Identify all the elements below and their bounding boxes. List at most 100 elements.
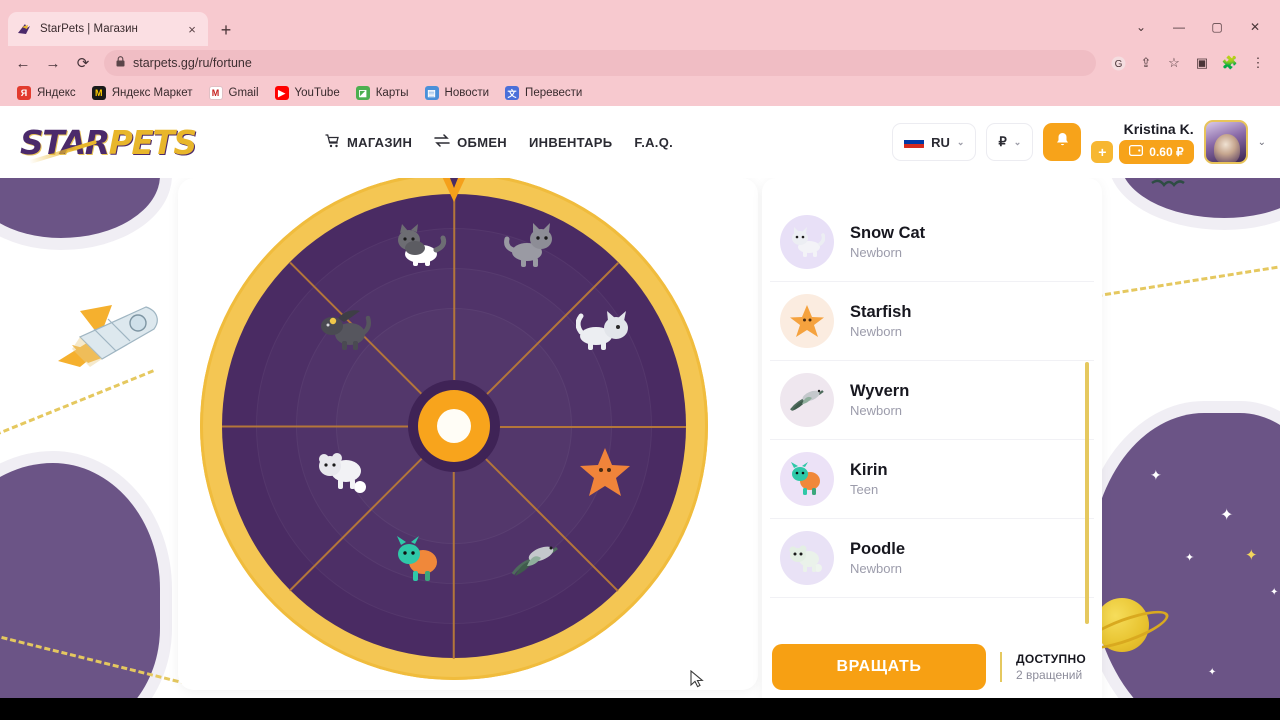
bookmark-translate[interactable]: 文 Перевести	[498, 83, 589, 103]
bookmark-youtube[interactable]: ▶ YouTube	[268, 83, 347, 103]
snow-cat-icon	[780, 215, 834, 269]
wheel-segment-starfish	[574, 444, 636, 500]
new-tab-button[interactable]: +	[214, 18, 238, 42]
add-funds-button[interactable]: +	[1091, 140, 1114, 163]
chevron-down-icon[interactable]: ⌄	[1122, 12, 1160, 42]
nav-label: ОБМЕН	[457, 134, 507, 150]
bookmark-gmail[interactable]: M Gmail	[202, 83, 266, 103]
url-text: starpets.gg/ru/fortune	[133, 56, 252, 70]
poodle-icon	[780, 531, 834, 585]
pet-info: Kirin Teen	[850, 461, 888, 497]
extension-icon[interactable]: 🧩	[1216, 49, 1244, 77]
side-panel-icon[interactable]: ▣	[1188, 49, 1216, 77]
notifications-button[interactable]	[1043, 123, 1082, 161]
site-header: STAR PETS МАГАЗИН ОБМЕН ИНВЕНТАРЬ F.A.Q.…	[0, 106, 1280, 178]
bird-icon	[1150, 178, 1186, 193]
prizes-panel: Snow Cat Newborn Starfish Newborn Wyvern…	[762, 178, 1102, 710]
panel-scrollbar[interactable]	[1085, 362, 1089, 624]
planet-icon	[1095, 598, 1149, 652]
bell-icon	[1055, 132, 1070, 152]
google-account-icon[interactable]: G	[1104, 49, 1132, 77]
bookmark-news[interactable]: ▤ Новости	[418, 83, 497, 103]
maximize-icon[interactable]: ▢	[1198, 12, 1236, 42]
close-tab-icon[interactable]: ×	[184, 22, 200, 37]
available-title: ДОСТУПНО	[1016, 652, 1087, 666]
kirin-icon	[780, 452, 834, 506]
dashed-orbit-path	[0, 369, 155, 440]
lock-icon	[116, 56, 125, 70]
decoration-blob-bottom-right: ✦ ✦ ✦ ✦ ✦ ✦ ✦	[1090, 413, 1280, 710]
nav-item-shop[interactable]: МАГАЗИН	[325, 133, 413, 151]
spin-button[interactable]: ВРАЩАТЬ	[772, 644, 986, 690]
main-navigation: МАГАЗИН ОБМЕН ИНВЕНТАРЬ F.A.Q.	[325, 106, 673, 178]
sparkle-icon: ✦	[1150, 467, 1162, 483]
wheel-hub-core	[437, 409, 471, 443]
bookmark-star-icon[interactable]: ☆	[1160, 49, 1188, 77]
pet-age: Teen	[850, 482, 879, 497]
wheel-inner-disc	[222, 194, 686, 659]
wheel-segment-poodle	[314, 444, 376, 500]
header-right-controls: RU ⌄ ₽ ⌄ Kristina K. + 0.60 ₽ ⌄	[892, 106, 1266, 178]
language-selector[interactable]: RU ⌄	[892, 123, 977, 161]
reload-button[interactable]: ⟳	[68, 48, 98, 78]
close-window-icon[interactable]: ✕	[1236, 12, 1274, 42]
address-bar[interactable]: starpets.gg/ru/fortune	[104, 50, 1096, 76]
nav-label: МАГАЗИН	[347, 134, 413, 150]
nav-label: F.A.Q.	[634, 134, 674, 150]
forward-button[interactable]: →	[38, 48, 68, 78]
pet-name: Wyvern	[850, 382, 910, 400]
wheel-pointer-icon	[434, 178, 474, 208]
mouse-cursor	[690, 669, 704, 688]
user-name: Kristina K.	[1123, 120, 1194, 137]
wyvern-icon	[780, 373, 834, 427]
bookmark-yandex[interactable]: Я Яндекс	[10, 83, 83, 103]
toolbar-icon-group: G ⇪ ☆ ▣ 🧩 ⋮	[1104, 49, 1272, 77]
pet-list-item[interactable]: Kirin Teen	[770, 440, 1094, 519]
chevron-down-icon: ⌄	[1013, 136, 1022, 147]
pet-name: Starfish	[850, 303, 912, 321]
tab-strip: StarPets | Магазин × +	[0, 12, 1280, 46]
pet-name: Poodle	[850, 540, 906, 558]
news-icon: ▤	[424, 86, 439, 100]
chevron-down-icon[interactable]: ⌄	[1258, 137, 1266, 148]
wallet-balance-button[interactable]: 0.60 ₽	[1119, 139, 1194, 164]
chevron-down-icon: ⌄	[956, 136, 965, 147]
wheel-segment-wyvern	[504, 532, 566, 588]
pet-list-item[interactable]: Wyvern Newborn	[770, 361, 1094, 440]
fortune-wheel-card	[178, 178, 758, 690]
back-button[interactable]: ←	[8, 48, 38, 78]
pet-list-item[interactable]: Poodle Newborn	[770, 519, 1094, 598]
currency-value: ₽	[998, 134, 1007, 149]
nav-item-faq[interactable]: F.A.Q.	[634, 135, 673, 150]
wheel-hub[interactable]	[418, 390, 490, 462]
available-count: 2 вращений	[1016, 668, 1083, 682]
minimize-icon[interactable]: —	[1160, 12, 1198, 42]
browser-toolbar: ← → ⟳ starpets.gg/ru/fortune G ⇪ ☆ ▣ 🧩 ⋮	[0, 46, 1280, 80]
site-logo[interactable]: STAR PETS	[20, 120, 240, 165]
pet-list-item[interactable]: Snow Cat Newborn	[770, 203, 1094, 282]
pet-name: Kirin	[850, 461, 888, 479]
nav-item-inventory[interactable]: ИНВЕНТАРЬ	[529, 135, 612, 150]
nav-item-exchange[interactable]: ОБМЕН	[434, 134, 507, 150]
share-icon[interactable]: ⇪	[1132, 49, 1160, 77]
fortune-wheel[interactable]	[200, 178, 708, 680]
browser-chrome: StarPets | Магазин × + ⌄ — ▢ ✕ ← → ⟳ sta…	[0, 0, 1280, 106]
starfish-icon	[780, 294, 834, 348]
menu-icon[interactable]: ⋮	[1244, 49, 1272, 77]
rocket-icon	[50, 293, 170, 373]
list-top-spacer	[770, 178, 1094, 203]
bookmark-label: YouTube	[294, 87, 340, 99]
sparkle-icon: ✦	[1245, 547, 1258, 564]
currency-selector[interactable]: ₽ ⌄	[986, 123, 1034, 161]
prize-pet-list[interactable]: Snow Cat Newborn Starfish Newborn Wyvern…	[762, 178, 1102, 621]
spins-available: ДОСТУПНО 2 вращений	[1000, 652, 1086, 682]
pet-info: Poodle Newborn	[850, 540, 905, 576]
avatar[interactable]	[1203, 120, 1248, 164]
bookmark-yandex-market[interactable]: М Яндекс Маркет	[85, 83, 200, 103]
sparkle-icon: ✦	[1208, 667, 1217, 678]
browser-tab[interactable]: StarPets | Магазин ×	[8, 12, 208, 46]
bookmark-maps[interactable]: ◪ Карты	[349, 83, 416, 103]
gmail-icon: M	[208, 86, 223, 100]
pet-list-item[interactable]: Starfish Newborn	[770, 282, 1094, 361]
bookmarks-bar: Я Яндекс М Яндекс Маркет M Gmail ▶ YouTu…	[0, 80, 1280, 106]
